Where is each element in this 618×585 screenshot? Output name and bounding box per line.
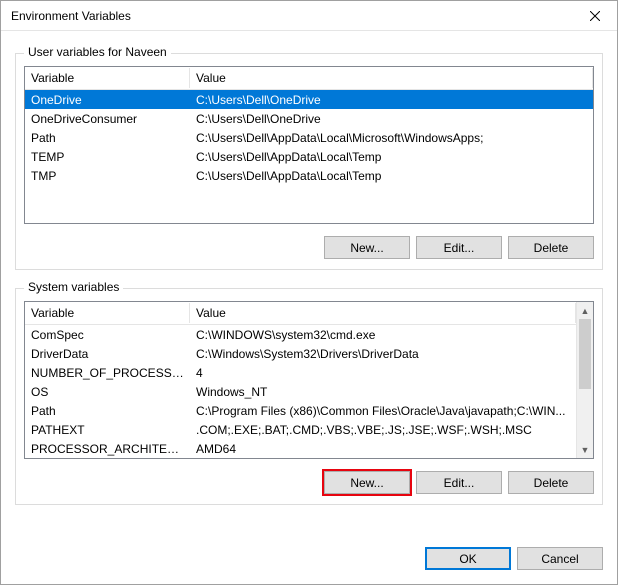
table-row[interactable]: PathC:\Program Files (x86)\Common Files\… [25,401,576,420]
cell-variable: PROCESSOR_ARCHITECTURE [25,441,190,457]
cell-value: C:\Users\Dell\OneDrive [190,111,593,127]
cell-value: C:\Users\Dell\AppData\Local\Temp [190,149,593,165]
scroll-thumb[interactable] [579,319,591,389]
table-row[interactable]: PROCESSOR_ARCHITECTUREAMD64 [25,439,576,458]
cell-variable: OneDriveConsumer [25,111,190,127]
dialog-content: User variables for Naveen Variable Value… [1,31,617,537]
system-delete-button[interactable]: Delete [508,471,594,494]
user-variables-title: User variables for Naveen [24,45,171,59]
cell-variable: TEMP [25,149,190,165]
cell-value: C:\Windows\System32\Drivers\DriverData [190,346,576,362]
system-variables-title: System variables [24,280,123,294]
cell-value: Windows_NT [190,384,576,400]
cell-value: AMD64 [190,441,576,457]
environment-variables-dialog: Environment Variables User variables for… [0,0,618,585]
system-scrollbar[interactable]: ▲ ▼ [576,302,593,458]
cell-variable: DriverData [25,346,190,362]
user-table-body: OneDriveC:\Users\Dell\OneDriveOneDriveCo… [25,90,593,223]
close-button[interactable] [572,1,617,30]
user-delete-button[interactable]: Delete [508,236,594,259]
table-row[interactable]: OneDriveC:\Users\Dell\OneDrive [25,90,593,109]
system-variables-group: System variables Variable Value ComSpecC… [15,288,603,505]
table-row[interactable]: NUMBER_OF_PROCESSORS4 [25,363,576,382]
column-header-variable[interactable]: Variable [25,303,190,323]
cell-variable: Path [25,130,190,146]
window-title: Environment Variables [11,9,572,23]
table-row[interactable]: TEMPC:\Users\Dell\AppData\Local\Temp [25,147,593,166]
table-row[interactable]: TMPC:\Users\Dell\AppData\Local\Temp [25,166,593,185]
cell-variable: Path [25,403,190,419]
cell-variable: OneDrive [25,92,190,108]
cell-variable: ComSpec [25,327,190,343]
system-table-body: ComSpecC:\WINDOWS\system32\cmd.exeDriver… [25,325,576,458]
cell-value: 4 [190,365,576,381]
column-header-value[interactable]: Value [190,303,576,323]
user-table-header: Variable Value [25,67,593,90]
cancel-button[interactable]: Cancel [517,547,603,570]
cell-variable: OS [25,384,190,400]
table-row[interactable]: PATHEXT.COM;.EXE;.BAT;.CMD;.VBS;.VBE;.JS… [25,420,576,439]
titlebar: Environment Variables [1,1,617,31]
user-variables-group: User variables for Naveen Variable Value… [15,53,603,270]
system-edit-button[interactable]: Edit... [416,471,502,494]
system-button-row: New... Edit... Delete [24,471,594,494]
table-row[interactable]: OSWindows_NT [25,382,576,401]
scroll-up-icon[interactable]: ▲ [577,302,593,319]
table-row[interactable]: ComSpecC:\WINDOWS\system32\cmd.exe [25,325,576,344]
cell-value: C:\Users\Dell\AppData\Local\Temp [190,168,593,184]
cell-variable: PATHEXT [25,422,190,438]
column-header-variable[interactable]: Variable [25,68,190,88]
close-icon [590,11,600,21]
column-header-value[interactable]: Value [190,68,593,88]
cell-value: C:\Users\Dell\OneDrive [190,92,593,108]
user-button-row: New... Edit... Delete [24,236,594,259]
user-edit-button[interactable]: Edit... [416,236,502,259]
cell-variable: NUMBER_OF_PROCESSORS [25,365,190,381]
table-row[interactable]: PathC:\Users\Dell\AppData\Local\Microsof… [25,128,593,147]
system-new-button[interactable]: New... [324,471,410,494]
cell-variable: TMP [25,168,190,184]
table-row[interactable]: OneDriveConsumerC:\Users\Dell\OneDrive [25,109,593,128]
dialog-button-row: OK Cancel [1,537,617,584]
system-table-header: Variable Value [25,302,576,325]
scroll-down-icon[interactable]: ▼ [577,441,593,458]
cell-value: C:\Users\Dell\AppData\Local\Microsoft\Wi… [190,130,593,146]
user-variables-table[interactable]: Variable Value OneDriveC:\Users\Dell\One… [24,66,594,224]
user-new-button[interactable]: New... [324,236,410,259]
system-variables-table[interactable]: Variable Value ComSpecC:\WINDOWS\system3… [24,301,594,459]
table-row[interactable]: DriverDataC:\Windows\System32\Drivers\Dr… [25,344,576,363]
ok-button[interactable]: OK [425,547,511,570]
cell-value: C:\WINDOWS\system32\cmd.exe [190,327,576,343]
cell-value: .COM;.EXE;.BAT;.CMD;.VBS;.VBE;.JS;.JSE;.… [190,422,576,438]
cell-value: C:\Program Files (x86)\Common Files\Orac… [190,403,576,419]
